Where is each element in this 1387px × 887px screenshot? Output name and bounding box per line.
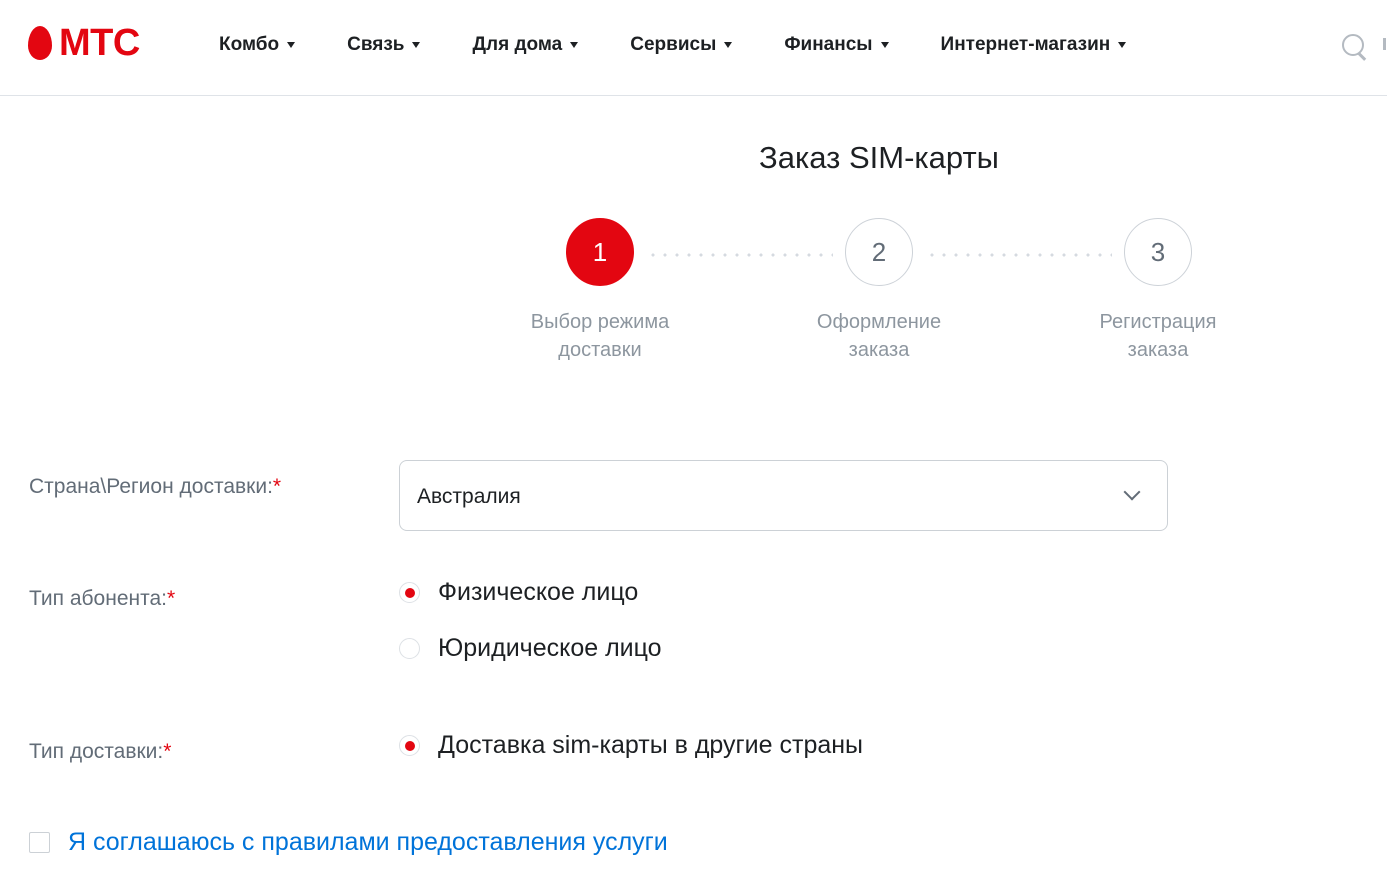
step-1: 1 Выбор режима доставки <box>490 218 710 364</box>
step-3-label: Регистрация заказа <box>1058 308 1258 364</box>
radio-individual[interactable]: Физическое лицо <box>399 578 638 607</box>
nav-label: Финансы <box>784 34 873 55</box>
step-2: 2 Оформление заказа <box>769 218 989 364</box>
radio-individual-label: Физическое лицо <box>438 578 639 606</box>
nav-item-servisy[interactable]: Сервисы <box>630 32 733 58</box>
agreement-link[interactable]: Я соглашаюсь с правилами предоставления … <box>68 828 668 857</box>
step-label-line: заказа <box>1127 339 1189 361</box>
step-label-line: Выбор режима <box>530 311 670 333</box>
radio-delivery-abroad-control[interactable] <box>399 735 420 756</box>
step-2-number: 2 <box>845 218 913 286</box>
logo-text: МТС <box>59 22 140 64</box>
nav-item-dlya-doma[interactable]: Для дома <box>472 32 579 58</box>
mts-egg-icon <box>28 26 52 60</box>
nav-item-internet-magazin[interactable]: Интернет-магазин <box>941 32 1127 58</box>
step-1-number: 1 <box>566 218 634 286</box>
site-header: МТС Комбо Связь Для дома Сервисы Финансы… <box>0 0 1387 96</box>
caret-down-icon <box>880 42 889 48</box>
radio-legal-entity-control[interactable] <box>399 638 420 659</box>
radio-delivery-abroad[interactable]: Доставка sim-карты в другие страны <box>399 731 863 760</box>
step-label-line: Оформление <box>816 311 942 333</box>
radio-legal-entity[interactable]: Юридическое лицо <box>399 634 662 663</box>
mts-logo[interactable]: МТС <box>28 22 140 64</box>
country-select[interactable]: Австралия <box>399 460 1168 531</box>
country-select-value: Австралия <box>417 485 521 508</box>
caret-down-icon <box>1118 42 1127 48</box>
nav-label: Сервисы <box>630 34 717 55</box>
subscriber-type-label-text: Тип абонента: <box>29 587 167 610</box>
header-edge-element <box>1383 38 1386 50</box>
caret-down-icon <box>412 42 421 48</box>
search-button[interactable] <box>1340 32 1368 61</box>
step-3: 3 Регистрация заказа <box>1048 218 1268 364</box>
step-1-label: Выбор режима доставки <box>500 308 700 364</box>
radio-individual-control[interactable] <box>399 582 420 603</box>
nav-label: Для дома <box>472 34 563 55</box>
caret-down-icon <box>287 42 296 48</box>
nav-item-finansy[interactable]: Финансы <box>784 32 889 58</box>
search-icon-handle <box>1358 52 1367 61</box>
nav-label: Связь <box>347 34 405 55</box>
nav-label: Интернет-магазин <box>940 34 1111 55</box>
required-mark: * <box>163 740 172 763</box>
country-label-text: Страна\Регион доставки: <box>29 475 273 498</box>
step-label-line: Регистрация <box>1099 311 1217 333</box>
radio-delivery-abroad-label: Доставка sim-карты в другие страны <box>438 731 864 759</box>
delivery-type-label: Тип доставки:* <box>29 740 171 764</box>
step-label-line: заказа <box>848 339 910 361</box>
nav-label: Комбо <box>219 34 280 55</box>
delivery-type-label-text: Тип доставки: <box>29 740 164 763</box>
caret-down-icon <box>570 42 579 48</box>
step-2-label: Оформление заказа <box>779 308 979 364</box>
subscriber-type-label: Тип абонента:* <box>29 587 175 611</box>
step-label-line: доставки <box>558 339 642 361</box>
caret-down-icon <box>724 42 733 48</box>
radio-legal-entity-label: Юридическое лицо <box>438 634 662 662</box>
required-mark: * <box>167 587 176 610</box>
agreement-row: Я соглашаюсь с правилами предоставления … <box>29 828 668 857</box>
agreement-checkbox[interactable] <box>29 832 50 853</box>
step-3-number: 3 <box>1124 218 1192 286</box>
main-nav: Комбо Связь Для дома Сервисы Финансы Инт… <box>219 32 1127 58</box>
required-mark: * <box>272 475 282 498</box>
page-title: Заказ SIM-карты <box>759 140 999 175</box>
nav-item-kombo[interactable]: Комбо <box>219 32 296 58</box>
country-label: Страна\Регион доставки:* <box>29 475 281 499</box>
chevron-down-icon <box>1126 489 1138 501</box>
nav-item-svyaz[interactable]: Связь <box>347 32 421 58</box>
